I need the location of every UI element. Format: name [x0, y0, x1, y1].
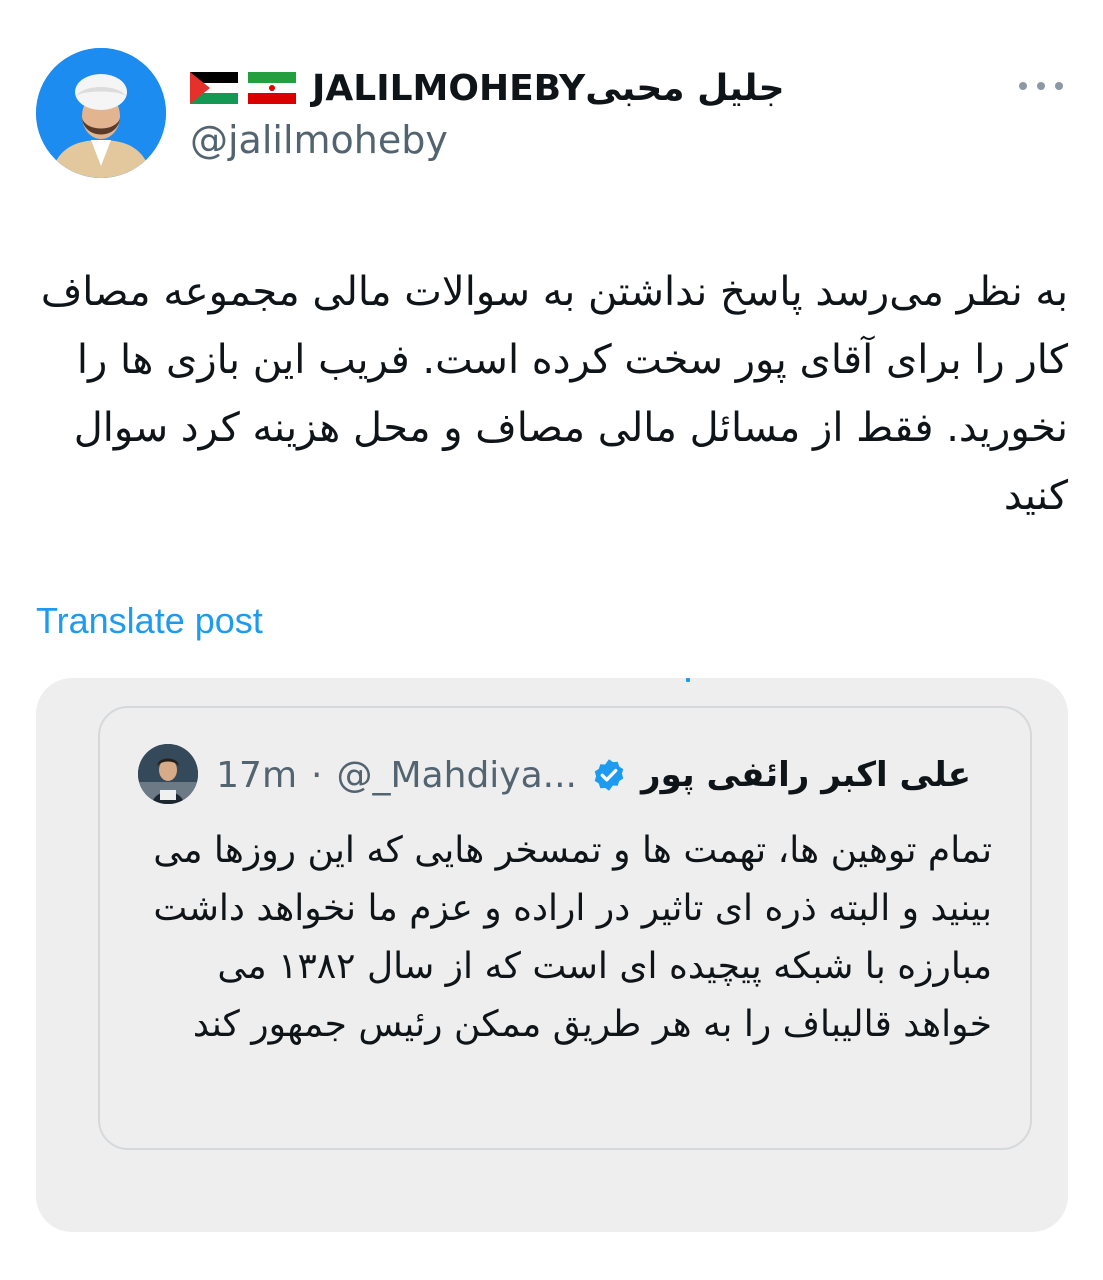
palestine-flag-icon [190, 72, 238, 104]
more-dot [1055, 82, 1063, 90]
iran-flag-icon [248, 72, 296, 104]
author-display-name[interactable]: JALILMOHEBYجلیل محبی [312, 68, 785, 109]
post-view: JALILMOHEBYجلیل محبی @jalilmoheby به نظر… [0, 0, 1103, 1280]
quoted-post-header: علی اکبر رائفی پور @_Mahdiya... · 17m [216, 744, 971, 806]
quoted-author-handle[interactable]: @_Mahdiya... [337, 755, 578, 796]
verified-badge-icon [594, 759, 624, 791]
author-name-row[interactable]: JALILMOHEBYجلیل محبی [190, 62, 785, 114]
quoted-post-text: تمام توهین ها، تهمت ها و تمسخر هایی که ا… [153, 830, 992, 1045]
author-handle[interactable]: @jalilmoheby [190, 118, 448, 162]
divider-tick [686, 678, 690, 682]
translate-post-link[interactable]: Translate post [36, 600, 263, 642]
dot-separator: · [311, 754, 323, 796]
quoted-post-time[interactable]: 17m [216, 755, 297, 796]
quoted-author-avatar[interactable] [138, 744, 198, 804]
post-text: به نظر می‌رسد پاسخ نداشتن به سوالات مالی… [40, 269, 1068, 519]
more-horizontal-icon[interactable] [1019, 72, 1063, 100]
avatar-person-icon [36, 48, 166, 178]
more-dot [1037, 82, 1045, 90]
avatar-person-icon [138, 744, 198, 804]
more-dot [1019, 82, 1027, 90]
author-avatar[interactable] [36, 48, 166, 178]
quoted-author-name[interactable]: علی اکبر رائفی پور [641, 755, 971, 795]
